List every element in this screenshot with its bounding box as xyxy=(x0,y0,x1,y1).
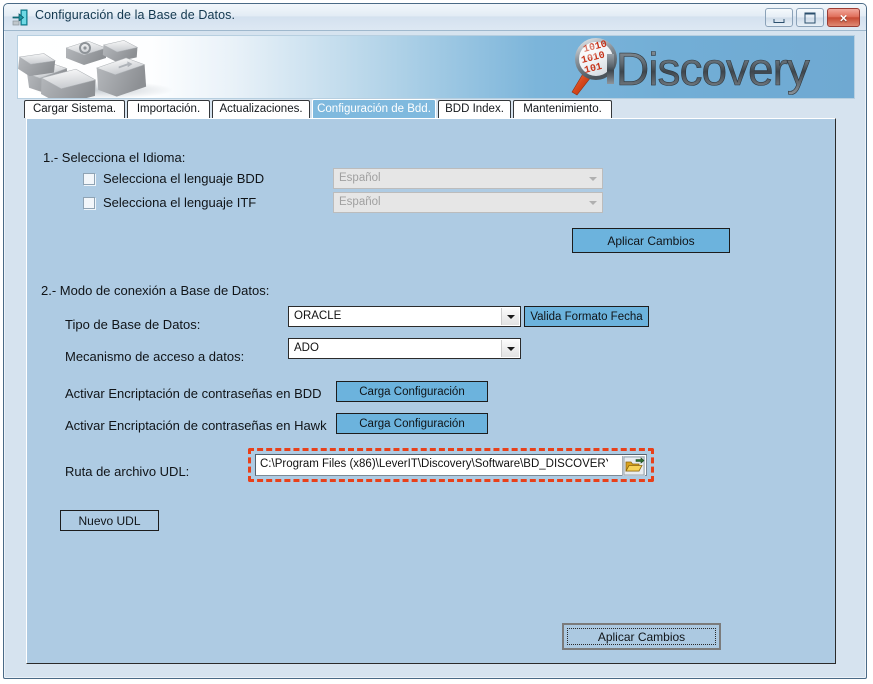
db-type-label: Tipo de Base de Datos: xyxy=(65,317,201,332)
apply-changes-top-label: Aplicar Cambios xyxy=(607,233,695,248)
udl-path-input[interactable]: C:\Program Files (x86)\LeverIT\Discovery… xyxy=(255,454,647,476)
minimize-button[interactable] xyxy=(765,8,793,27)
apply-changes-bottom-button[interactable]: Aplicar Cambios xyxy=(563,624,720,649)
chevron-down-icon xyxy=(506,314,515,319)
combo-db-type-value: ORACLE xyxy=(294,310,342,322)
tab-label: BDD Index. xyxy=(445,103,504,115)
chevron-down-icon xyxy=(588,200,597,205)
application-window: Configuración de la Base de Datos. × 101… xyxy=(3,3,867,679)
encrypt-bdd-load-config-button[interactable]: Carga Configuración xyxy=(336,381,488,402)
close-button[interactable]: × xyxy=(827,8,860,27)
encrypt-hawk-load-config-button[interactable]: Carga Configuración xyxy=(336,413,488,434)
checkbox-lenguaje-bdd-label: Selecciona el lenguaje BDD xyxy=(103,171,265,186)
new-udl-button[interactable]: Nuevo UDL xyxy=(60,510,159,531)
svg-text:Discovery: Discovery xyxy=(616,43,810,95)
tab-label: Configuración de Bdd. xyxy=(317,103,431,115)
combo-access-mechanism[interactable]: ADO xyxy=(288,338,521,359)
combo-db-type-arrow[interactable] xyxy=(501,308,519,325)
window-title: Configuración de la Base de Datos. xyxy=(35,8,236,22)
discovery-logo: 1010 1010 101 Discovery xyxy=(558,38,848,98)
tab-label: Actualizaciones. xyxy=(219,103,303,115)
access-mechanism-label: Mecanismo de acceso a datos: xyxy=(65,349,245,364)
section1-title: 1.- Selecciona el Idioma: xyxy=(43,150,186,165)
udl-path-label: Ruta de archivo UDL: xyxy=(65,464,190,479)
checkbox-lenguaje-bdd[interactable] xyxy=(83,173,95,185)
encrypt-hawk-label: Activar Encriptación de contraseñas en H… xyxy=(65,418,327,433)
apply-changes-top-button[interactable]: Aplicar Cambios xyxy=(572,228,730,253)
maximize-button[interactable] xyxy=(796,8,824,27)
encrypt-bdd-load-config-label: Carga Configuración xyxy=(359,385,465,398)
section2-title: 2.- Modo de conexión a Base de Datos: xyxy=(41,283,270,298)
combo-access-mechanism-arrow[interactable] xyxy=(501,340,519,357)
checkbox-lenguaje-itf[interactable] xyxy=(83,197,95,209)
settings-panel: 1.- Selecciona el Idioma: Selecciona el … xyxy=(26,118,836,664)
app-window-arrow-icon xyxy=(12,9,29,26)
tab-label: Mantenimiento. xyxy=(523,103,602,115)
apply-changes-bottom-label: Aplicar Cambios xyxy=(597,629,686,644)
tab-label: Cargar Sistema. xyxy=(32,103,117,115)
udl-path-value: C:\Program Files (x86)\LeverIT\Discovery… xyxy=(260,458,608,470)
combo-lenguaje-bdd-arrow[interactable] xyxy=(584,170,601,187)
chevron-down-icon xyxy=(588,176,597,181)
keyboard-keys-image xyxy=(18,36,208,98)
chevron-down-icon xyxy=(506,346,515,351)
combo-lenguaje-itf-value: Español xyxy=(339,196,381,208)
tab-configuracion-de-bdd[interactable]: Configuración de Bdd. xyxy=(312,99,436,119)
new-udl-label: Nuevo UDL xyxy=(78,513,141,528)
encrypt-bdd-label: Activar Encriptación de contraseñas en B… xyxy=(65,386,322,401)
validate-date-format-label: Valida Formato Fecha xyxy=(530,310,643,323)
tab-strip: Cargar Sistema. Importación. Actualizaci… xyxy=(17,99,855,119)
tab-mantenimiento[interactable]: Mantenimiento. xyxy=(513,100,612,118)
tab-importacion[interactable]: Importación. xyxy=(127,100,210,118)
minimize-icon xyxy=(773,18,785,23)
checkbox-lenguaje-itf-label: Selecciona el lenguaje ITF xyxy=(103,195,257,210)
close-icon: × xyxy=(839,10,848,25)
app-banner: 1010 1010 101 Discovery xyxy=(17,35,855,99)
combo-lenguaje-bdd-value: Español xyxy=(339,172,381,184)
tab-bdd-index[interactable]: BDD Index. xyxy=(438,100,511,118)
combo-access-mechanism-value: ADO xyxy=(294,342,319,354)
combo-db-type[interactable]: ORACLE xyxy=(288,306,521,327)
maximize-icon xyxy=(804,12,816,23)
combo-lenguaje-itf[interactable]: Español xyxy=(333,192,603,213)
tab-actualizaciones[interactable]: Actualizaciones. xyxy=(212,100,310,118)
tab-cargar-sistema[interactable]: Cargar Sistema. xyxy=(24,100,125,118)
combo-lenguaje-itf-arrow[interactable] xyxy=(584,194,601,211)
tab-label: Importación. xyxy=(136,103,201,115)
encrypt-hawk-load-config-label: Carga Configuración xyxy=(359,417,465,430)
combo-lenguaje-bdd[interactable]: Español xyxy=(333,168,603,189)
validate-date-format-button[interactable]: Valida Formato Fecha xyxy=(524,306,649,327)
open-folder-icon[interactable] xyxy=(622,456,645,476)
title-bar[interactable]: Configuración de la Base de Datos. × xyxy=(4,4,866,31)
